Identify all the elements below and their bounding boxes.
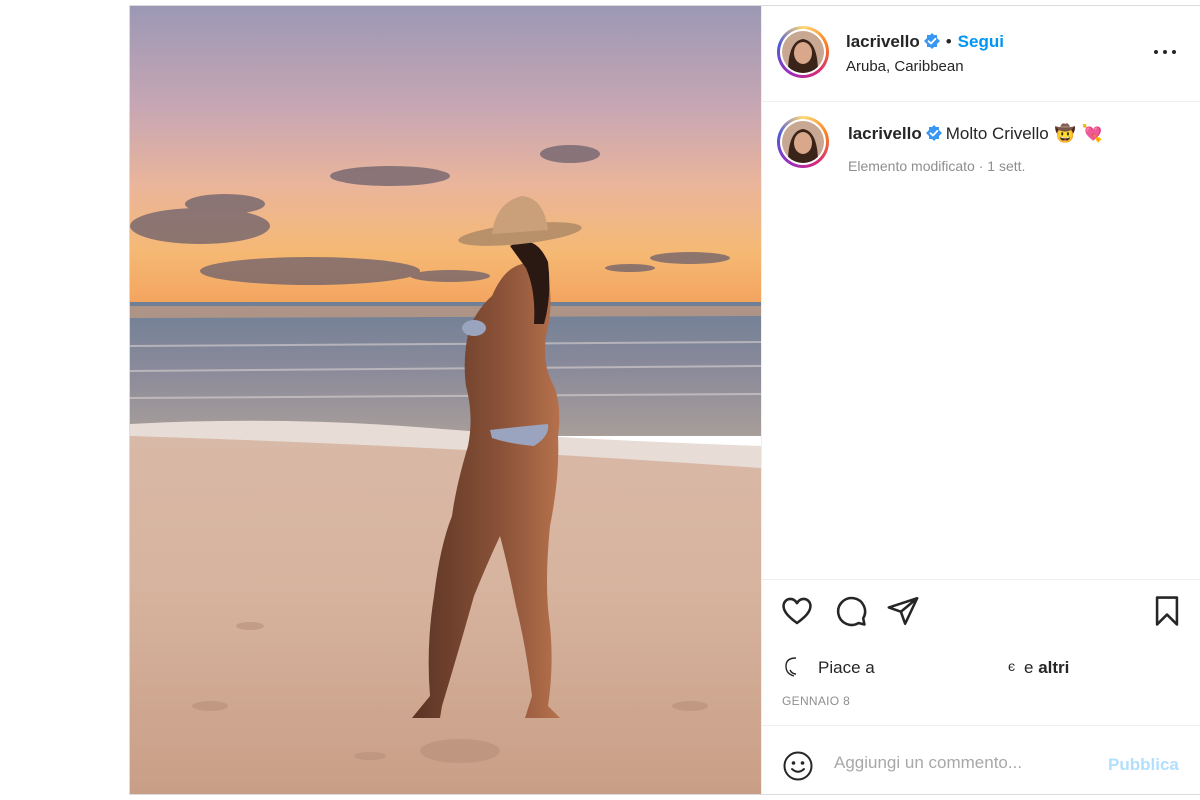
- beach-sunset-photo: [130, 6, 761, 794]
- publish-button[interactable]: Pubblica: [1108, 755, 1179, 775]
- post-photo[interactable]: [130, 6, 761, 794]
- heart-icon[interactable]: [780, 594, 814, 628]
- caption-text: Molto Crivello: [945, 124, 1049, 143]
- verified-badge-icon: [925, 125, 942, 141]
- post-date[interactable]: GENNAIO 8: [782, 694, 850, 708]
- follow-separator: •: [945, 32, 952, 51]
- caption-author-avatar[interactable]: [777, 116, 829, 168]
- liker-avatar-icon: [785, 657, 797, 677]
- bookmark-icon[interactable]: [1150, 594, 1184, 628]
- likes-others[interactable]: e altri: [1024, 658, 1069, 678]
- caption-username[interactable]: lacrivello: [848, 124, 922, 143]
- instagram-post: lacrivello • Segui Aruba, Caribbean lacriv…: [129, 5, 1200, 795]
- comment-icon[interactable]: [834, 594, 868, 628]
- share-icon[interactable]: [886, 594, 920, 628]
- emoji-picker-icon[interactable]: [782, 750, 814, 782]
- author-username[interactable]: lacrivello: [846, 32, 920, 51]
- more-options-icon[interactable]: [1150, 42, 1180, 62]
- action-bar: Piace a є e altri GENNAIO 8: [762, 579, 1200, 725]
- cowboy-emoji-icon: 🤠: [1054, 124, 1076, 143]
- post-location[interactable]: Aruba, Caribbean: [846, 58, 964, 75]
- likes-others-label: altri: [1038, 658, 1070, 677]
- caption-meta: Elemento modificato · 1 sett.: [848, 158, 1026, 174]
- likes-prefix: Piace a: [818, 658, 875, 677]
- comment-input[interactable]: [834, 748, 1094, 778]
- likes-char: є: [1008, 658, 1016, 674]
- verified-badge-icon: [923, 33, 940, 49]
- post-header: lacrivello • Segui Aruba, Caribbean: [762, 6, 1200, 102]
- post-sidebar: lacrivello • Segui Aruba, Caribbean lacriv…: [761, 6, 1200, 794]
- avatar-photo-icon: [782, 121, 824, 163]
- likes-and: e: [1024, 658, 1034, 677]
- header-user-line: lacrivello • Segui: [846, 32, 1004, 52]
- author-avatar[interactable]: [777, 26, 829, 78]
- comment-box: Pubblica: [762, 725, 1200, 794]
- follow-button[interactable]: Segui: [958, 32, 1004, 51]
- heart-arrow-emoji-icon: 💘: [1081, 124, 1104, 143]
- avatar-photo-icon: [782, 31, 824, 73]
- caption-line: lacrivello Molto Crivello 🤠 💘: [848, 124, 1103, 144]
